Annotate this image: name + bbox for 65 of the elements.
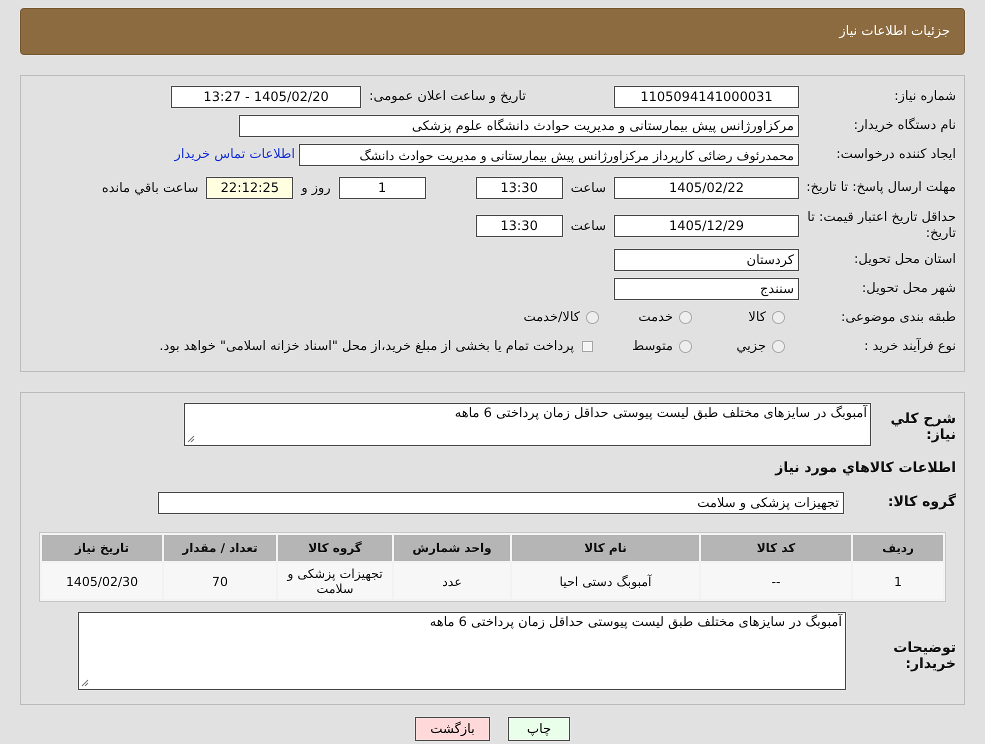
action-button[interactable]: بازگشت (415, 717, 490, 741)
radio-button[interactable] (679, 340, 692, 353)
need-number-field: 1105094141000031 (614, 86, 799, 108)
field-label: گروه کالا: (886, 492, 956, 510)
buyer-notes-textarea[interactable]: آمبوبگ در سایزهای مختلف طبق لیست پیوستی حداقل زمان پرداختی 6 ماهه (78, 612, 846, 690)
time-label: ساعت (570, 180, 607, 196)
column-header: واحد شمارش (394, 535, 510, 561)
validity-date-field: 1405/12/29 (614, 215, 799, 237)
action-button[interactable]: چاپ (508, 717, 570, 741)
column-header: تعداد / مقدار (164, 535, 276, 561)
column-header: رديف (853, 535, 943, 561)
field-label: نوع فرآیند خرید : (863, 338, 957, 354)
radio-button[interactable] (772, 340, 785, 353)
page-title: جزئیات اطلاعات نیاز (839, 24, 950, 39)
column-header: کد کالا (701, 535, 851, 561)
field-label: شرح کلي نياز: (890, 410, 956, 443)
requester-field: محمدرئوف رضائی کارپرداز مرکزاورژانس پیش بیمارستانی و مدیریت حوادث دانشگ (299, 144, 799, 166)
column-header: نام کالا (512, 535, 699, 561)
table-cell: -- (701, 563, 851, 599)
deadline-time-field: 13:30 (476, 177, 563, 199)
buyer-contact-link[interactable]: اطلاعات تماس خریدار (174, 147, 299, 162)
announce-date-field: 1405/02/20 - 13:27 (171, 86, 362, 108)
field-label: طبقه بندی موضوعی: (840, 310, 957, 326)
time-label: ساعت (570, 218, 607, 234)
radio-button[interactable] (679, 311, 692, 324)
field-label: شماره نیاز: (893, 88, 957, 104)
summary-textarea[interactable]: آمبوبگ در سایزهای مختلف طبق لیست پیوستی حداقل زمان پرداختی 6 ماهه (184, 403, 871, 446)
section-heading: اطلاعات کالاهاي مورد نياز (774, 459, 957, 478)
field-label: ایجاد کننده درخواست: (835, 146, 957, 162)
field-label: نام دستگاه خریدار: (852, 118, 957, 134)
table-cell: آمبوبگ دستی احیا (512, 563, 699, 599)
city-field: سنندج (614, 278, 799, 300)
days-label: روز و (300, 180, 332, 196)
remaining-time-field: 22:12:25 (206, 177, 294, 199)
buyer-org-field: مرکزاورژانس پیش بیمارستانی و مدیریت حوادث دانشگاه علوم پزشکی (239, 114, 799, 136)
field-label: استان محل تحویل: (853, 252, 957, 268)
column-header: تاریخ نیاز (42, 535, 162, 561)
table-cell: 1 (853, 563, 943, 599)
radio-label: جزيي (735, 339, 766, 354)
remaining-label: ساعت باقي مانده (100, 180, 200, 196)
province-field: کردستان (614, 248, 799, 270)
goods-group-field: تجهیزات پزشکی و سلامت (158, 492, 844, 514)
radio-label: خدمت (637, 310, 673, 325)
field-label: شهر محل تحویل: (860, 280, 957, 296)
resize-grip-icon (187, 435, 195, 443)
table-cell: 70 (164, 563, 276, 599)
validity-time-field: 13:30 (476, 215, 563, 237)
column-header: گروه کالا (278, 535, 392, 561)
field-label: مهلت ارسال پاسخ: تا تاریخ: (805, 180, 957, 196)
treasury-note: پرداخت تمام یا بخشی از مبلغ خرید،از محل "اسناد خزانه اسلامی" خواهد بود. (158, 339, 575, 354)
checkbox[interactable] (582, 341, 593, 352)
field-label: تاریخ و ساعت اعلان عمومی: (368, 89, 527, 104)
table-cell: تجهیزات پزشکی و سلامت (278, 563, 392, 599)
radio-label: کالا (747, 310, 766, 325)
table-cell: عدد (394, 563, 510, 599)
radio-label: کالا/خدمت (522, 310, 580, 325)
radio-label: متوسط (631, 339, 673, 354)
deadline-date-field: 1405/02/22 (614, 177, 799, 199)
days-field: 1 (338, 177, 426, 199)
field-label: حداقل تاریخ اعتبار قیمت: تا تاریخ: (806, 210, 957, 242)
radio-button[interactable] (772, 311, 785, 324)
radio-button[interactable] (586, 311, 599, 324)
table-cell: 1405/02/30 (42, 563, 162, 599)
resize-grip-icon (81, 679, 89, 687)
field-label: توضیحات خریدار: (892, 639, 956, 672)
